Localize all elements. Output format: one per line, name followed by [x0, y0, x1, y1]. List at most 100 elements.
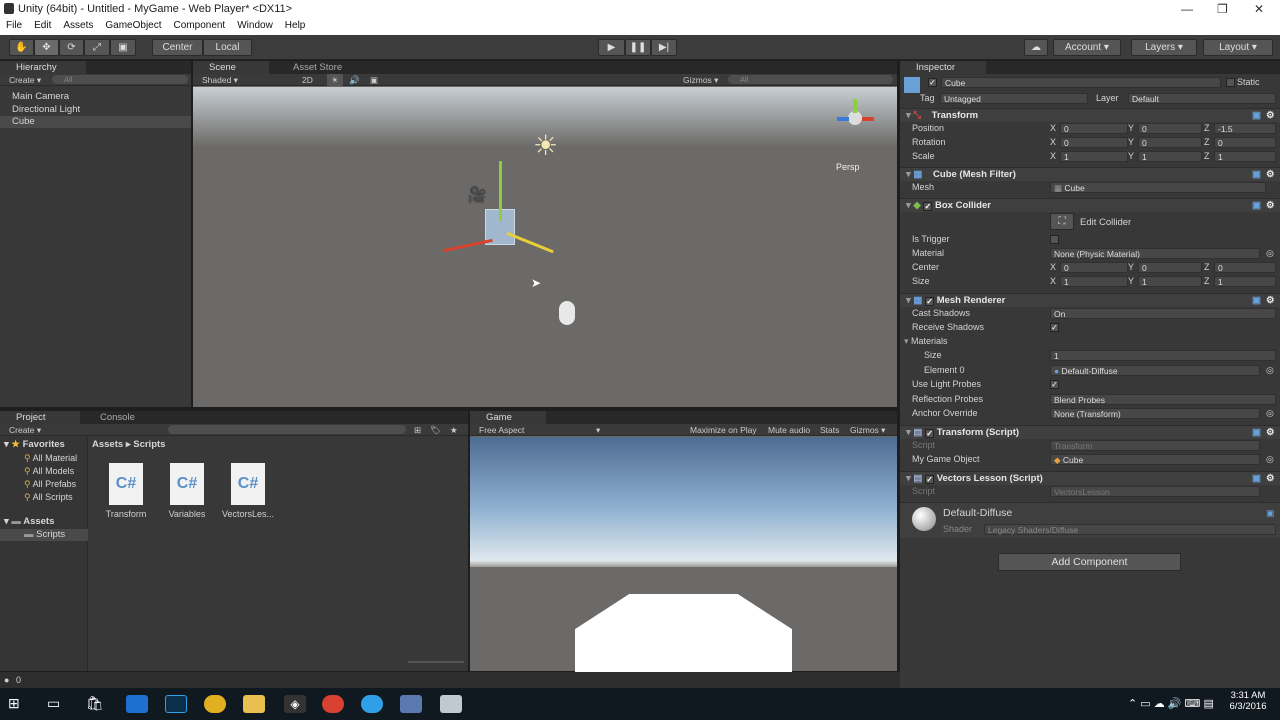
move-tool-icon[interactable]: ✥ — [34, 39, 59, 56]
clock[interactable]: 3:31 AM 6/3/2016 — [1228, 690, 1268, 712]
space-local-button[interactable]: Local — [203, 39, 252, 56]
gear-icon[interactable]: ⚙ — [1266, 426, 1275, 439]
scale-y-field[interactable]: 1 — [1138, 151, 1202, 162]
fav-all-models[interactable]: ⚲ All Models — [24, 465, 74, 477]
scene-gizmos-dropdown[interactable]: Gizmos ▾ — [683, 74, 718, 86]
position-y-field[interactable]: 0 — [1138, 123, 1202, 134]
project-create-button[interactable]: Create ▾ — [9, 424, 41, 436]
shader-dropdown[interactable]: Legacy Shaders/Diffuse — [984, 524, 1276, 535]
layout-dropdown[interactable]: Layout ▾ — [1203, 39, 1273, 56]
layers-dropdown[interactable]: Layers ▾ — [1131, 39, 1197, 56]
scale-z-field[interactable]: 1 — [1214, 151, 1276, 162]
fav-all-materials[interactable]: ⚲ All Material — [24, 452, 77, 464]
asset-file[interactable]: C# Variables — [165, 463, 209, 525]
element-0-field[interactable]: ● Default-Diffuse — [1050, 365, 1260, 376]
maximize-on-play-toggle[interactable]: Maximize on Play — [690, 424, 757, 436]
center-z-field[interactable]: 0 — [1214, 262, 1276, 273]
mesh-renderer-enabled-checkbox[interactable]: ✓ — [925, 297, 935, 306]
materials-foldout[interactable]: ▾ Materials — [904, 336, 948, 347]
menu-gameobject[interactable]: GameObject — [105, 19, 161, 35]
help-icon[interactable]: ▣ — [1252, 109, 1261, 122]
menu-file[interactable]: File — [6, 19, 22, 35]
size-z-field[interactable]: 1 — [1214, 276, 1276, 287]
hand-tool-icon[interactable]: ✋ — [9, 39, 34, 56]
filter-label-icon[interactable]: 🏷 — [430, 424, 441, 436]
rect-tool-icon[interactable]: ▣ — [110, 39, 136, 56]
transform-header[interactable]: ▾ ⤡ Transform ▣ ⚙ — [900, 108, 1280, 122]
hierarchy-item-cube[interactable]: Cube — [0, 116, 191, 128]
rotate-tool-icon[interactable]: ⟳ — [59, 39, 84, 56]
favorite-star-icon[interactable]: ★ — [450, 424, 458, 436]
center-y-field[interactable]: 0 — [1138, 262, 1202, 273]
gear-icon[interactable]: ⚙ — [1266, 472, 1275, 485]
box-collider-header[interactable]: ▾ ◆ ✓ Box Collider ▣ ⚙ — [900, 198, 1280, 212]
menu-component[interactable]: Component — [174, 19, 226, 35]
recorder-icon[interactable] — [440, 695, 462, 713]
close-button[interactable]: ✕ — [1254, 2, 1264, 16]
game-gizmos-dropdown[interactable]: Gizmos ▾ — [850, 424, 885, 436]
reflection-probes-dropdown[interactable]: Blend Probes — [1050, 394, 1276, 405]
audio-icon[interactable]: 🔊 — [349, 74, 360, 86]
menu-help[interactable]: Help — [285, 19, 306, 35]
gear-icon[interactable]: ⚙ — [1266, 199, 1275, 212]
pivot-center-button[interactable]: Center — [152, 39, 203, 56]
my-game-object-field[interactable]: ◆ Cube — [1050, 454, 1260, 465]
aspect-chevron-icon[interactable]: ▾ — [596, 424, 600, 436]
tab-hierarchy[interactable]: Hierarchy — [0, 61, 86, 74]
minimize-button[interactable]: — — [1181, 2, 1193, 16]
vectors-script-header[interactable]: ▾ ▤ ✓ Vectors Lesson (Script) ▣ ⚙ — [900, 471, 1280, 485]
assets-folder[interactable]: ▾ ▬ Assets — [4, 516, 54, 528]
cast-shadows-dropdown[interactable]: On — [1050, 308, 1276, 319]
anchor-override-field[interactable]: None (Transform) — [1050, 408, 1260, 419]
tag-dropdown[interactable]: Untagged — [940, 93, 1088, 104]
breadcrumb-scripts[interactable]: Scripts — [133, 439, 165, 450]
pause-icon[interactable]: ❚❚ — [625, 39, 651, 56]
position-z-field[interactable]: -1.5 — [1214, 123, 1276, 134]
object-picker-icon[interactable]: ◎ — [1266, 408, 1274, 419]
app-icon[interactable] — [400, 695, 422, 713]
icon-size-slider[interactable] — [408, 661, 464, 663]
project-search-input[interactable] — [168, 425, 406, 434]
asset-file[interactable]: C# Transform — [104, 463, 148, 525]
hierarchy-create-button[interactable]: Create ▾ — [9, 74, 41, 86]
store-icon[interactable]: 🛍 — [86, 695, 108, 713]
lighting-icon[interactable]: ☀ — [327, 74, 343, 86]
static-checkbox[interactable] — [1226, 78, 1235, 87]
windows-start-icon[interactable]: ⊞ — [8, 695, 30, 713]
edge-icon[interactable] — [126, 695, 148, 713]
scale-x-field[interactable]: 1 — [1060, 151, 1128, 162]
mode-2d-button[interactable]: 2D — [302, 74, 313, 86]
mesh-field[interactable]: ▦ Cube — [1050, 182, 1266, 193]
maximize-button[interactable]: ❐ — [1217, 2, 1228, 16]
hierarchy-item-main-camera[interactable]: Main Camera — [12, 91, 69, 103]
stats-toggle[interactable]: Stats — [820, 424, 839, 436]
cloud-icon[interactable]: ☁ — [1024, 39, 1048, 56]
transform-script-enabled-checkbox[interactable]: ✓ — [925, 429, 935, 438]
tab-project[interactable]: Project — [0, 411, 80, 424]
active-checkbox[interactable]: ✓ — [928, 78, 937, 87]
favorites-folder[interactable]: ▾ ★ Favorites — [4, 439, 65, 451]
vectors-script-enabled-checkbox[interactable]: ✓ — [925, 475, 935, 484]
mute-audio-toggle[interactable]: Mute audio — [768, 424, 810, 436]
use-light-probes-checkbox[interactable]: ✓ — [1050, 380, 1059, 389]
menu-window[interactable]: Window — [237, 19, 273, 35]
help-icon[interactable]: ▣ — [1266, 508, 1275, 519]
menu-edit[interactable]: Edit — [34, 19, 51, 35]
rotation-y-field[interactable]: 0 — [1138, 137, 1202, 148]
orientation-gizmo[interactable] — [829, 99, 881, 151]
photoshop-icon[interactable] — [165, 695, 187, 713]
persp-label[interactable]: Persp — [836, 162, 860, 172]
size-y-field[interactable]: 1 — [1138, 276, 1202, 287]
account-dropdown[interactable]: Account ▾ — [1053, 39, 1121, 56]
chrome-icon[interactable] — [204, 695, 226, 713]
menu-assets[interactable]: Assets — [63, 19, 93, 35]
unity-taskbar-icon[interactable]: ◈ — [284, 695, 306, 713]
is-trigger-checkbox[interactable] — [1050, 235, 1059, 244]
gear-icon[interactable]: ⚙ — [1266, 294, 1275, 307]
size-x-field[interactable]: 1 — [1060, 276, 1128, 287]
system-tray-icons[interactable]: ⌃ ▭ ☁ 🔊 ⌨ ▤ — [1128, 697, 1214, 710]
gear-icon[interactable]: ⚙ — [1266, 109, 1275, 122]
object-picker-icon[interactable]: ◎ — [1266, 454, 1274, 465]
tab-inspector[interactable]: Inspector — [900, 61, 986, 74]
tab-scene[interactable]: Scene — [193, 61, 269, 74]
